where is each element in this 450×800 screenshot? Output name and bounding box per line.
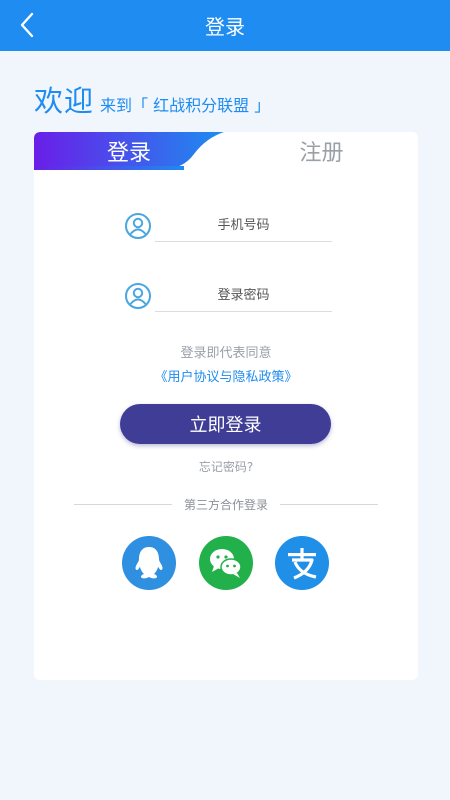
tab-login[interactable]: 登录 [54, 132, 204, 170]
alipay-login-button[interactable] [275, 536, 329, 590]
user-icon [125, 213, 151, 239]
phone-field[interactable] [155, 210, 332, 242]
login-button[interactable]: 立即登录 [120, 404, 331, 444]
welcome-small-text: 来到「 红战积分联盟 」 [100, 96, 271, 115]
user-icon [125, 283, 151, 309]
password-field[interactable] [155, 280, 332, 312]
welcome-big-text: 欢迎 [34, 84, 95, 118]
phone-input[interactable] [155, 218, 332, 233]
qq-login-button[interactable] [122, 536, 176, 590]
wechat-login-button[interactable] [199, 536, 253, 590]
third-party-label: 第三方合作登录 [183, 498, 268, 512]
qq-icon [135, 547, 163, 579]
page-title: 登录 [205, 15, 245, 39]
agreement-text: 登录即代表同意 [180, 346, 272, 361]
tab-register[interactable]: 注册 [254, 132, 389, 170]
welcome-heading: 欢迎 来到「 红战积分联盟 」 [34, 78, 270, 120]
forgot-password-link[interactable]: 忘记密码? [34, 458, 418, 475]
top-bar: 登录 [0, 0, 450, 51]
back-button[interactable] [12, 10, 42, 40]
wechat-icon [210, 549, 242, 578]
password-input[interactable] [155, 288, 332, 303]
agreement-link[interactable]: 《用户协议与隐私政策》 [34, 366, 418, 385]
login-card: 登录 注册 登录即代表同意 《用户协议与隐私政策》 立即登录 忘记密码? 第三方… [34, 132, 418, 680]
tab-bar: 登录 注册 [34, 132, 418, 170]
chevron-left-icon [20, 12, 34, 38]
alipay-icon [288, 548, 317, 580]
